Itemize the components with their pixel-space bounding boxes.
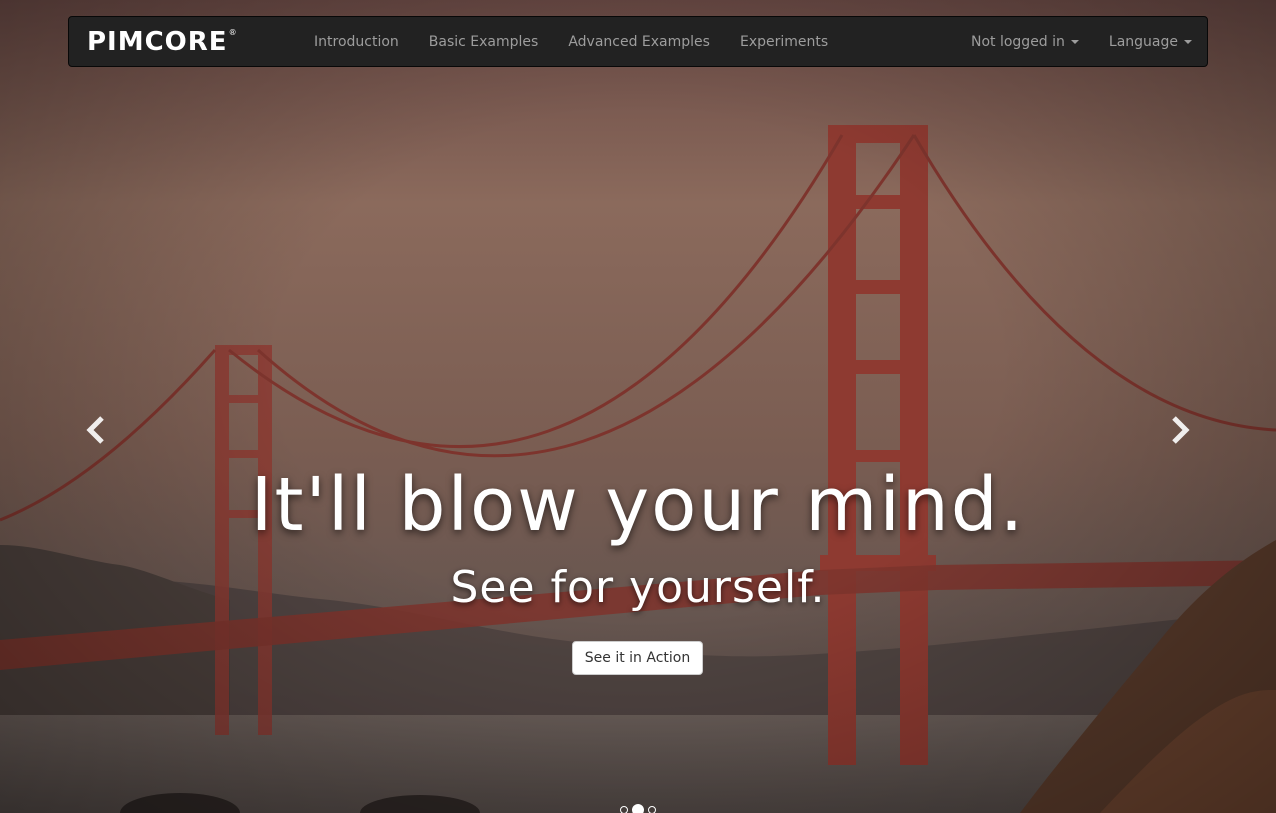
chevron-left-icon: [86, 416, 104, 444]
login-dropdown-label: Not logged in: [970, 33, 1065, 50]
caret-down-icon: [1184, 39, 1192, 44]
carousel-indicator-3[interactable]: [648, 806, 656, 813]
main-nav: Introduction Basic Examples Advanced Exa…: [299, 17, 843, 66]
see-it-in-action-button[interactable]: See it in Action: [572, 641, 703, 675]
brand-name: PIMCORE: [87, 27, 228, 57]
login-dropdown[interactable]: Not logged in: [956, 34, 1094, 50]
carousel-indicator-2[interactable]: [632, 804, 644, 813]
nav-item-basic-examples[interactable]: Basic Examples: [414, 34, 554, 50]
right-nav: Not logged in Language: [956, 17, 1207, 66]
nav-item-experiments[interactable]: Experiments: [725, 34, 843, 50]
bridge-background-image: [0, 0, 1276, 813]
brand-logo[interactable]: PIMCORE ®: [87, 26, 237, 58]
carousel-next-button[interactable]: [1160, 410, 1200, 450]
nav-item-introduction[interactable]: Introduction: [299, 34, 414, 50]
carousel-indicator-1[interactable]: [620, 806, 628, 813]
nav-item-advanced-examples[interactable]: Advanced Examples: [553, 34, 725, 50]
top-navbar: PIMCORE ® Introduction Basic Examples Ad…: [68, 16, 1208, 67]
chevron-right-icon: [1172, 416, 1190, 444]
hero-carousel: PIMCORE ® Introduction Basic Examples Ad…: [0, 0, 1276, 813]
hero-headline: It'll blow your mind.: [250, 462, 1026, 548]
language-dropdown-label: Language: [1108, 33, 1178, 50]
carousel-prev-button[interactable]: [76, 410, 116, 450]
caret-down-icon: [1070, 39, 1079, 44]
hero-subline: See for yourself.: [450, 562, 826, 613]
language-dropdown[interactable]: Language: [1094, 34, 1207, 50]
carousel-indicators: [0, 803, 1276, 813]
registered-mark: ®: [228, 28, 237, 37]
